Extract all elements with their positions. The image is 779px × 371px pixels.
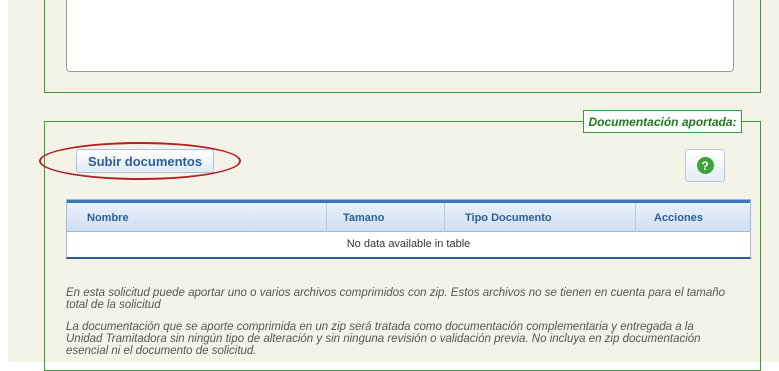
question-circle-icon: ?	[696, 157, 714, 174]
table-empty-row: No data available in table	[346, 238, 471, 250]
comments-textarea[interactable]	[66, 0, 734, 72]
info-paragraph-zip: En esta solicitud puede aportar uno o va…	[66, 287, 726, 311]
documents-table: Nombre Tamano Tipo Documento Acciones No…	[66, 199, 751, 259]
column-header-acciones: Acciones	[654, 211, 703, 224]
documentation-legend: Documentación aportada:	[583, 110, 742, 133]
column-header-tamano[interactable]: Tamano	[327, 203, 445, 232]
column-header-nombre[interactable]: Nombre	[67, 203, 327, 232]
help-button[interactable]: ?	[685, 149, 725, 182]
info-paragraph-complementary: La documentación que se aporte comprimid…	[66, 321, 701, 357]
upload-documents-button[interactable]: Subir documentos	[76, 149, 214, 173]
column-header-tipo-documento[interactable]: Tipo Documento	[445, 203, 636, 232]
table-header: Nombre Tamano Tipo Documento Acciones	[67, 200, 750, 232]
